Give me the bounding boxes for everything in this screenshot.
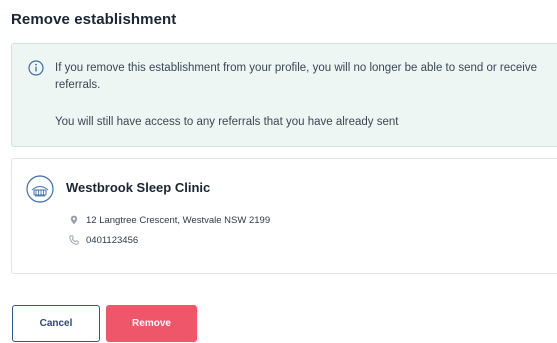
establishment-name: Westbrook Sleep Clinic — [66, 180, 211, 195]
address-text: 12 Langtree Crescent, Westvale NSW 2199 — [86, 214, 271, 226]
establishment-phone: 0401123456 — [69, 233, 138, 247]
dialog-title: Remove establishment — [11, 11, 177, 28]
location-pin-icon — [70, 215, 78, 225]
sleep-clinic-logo-icon — [26, 175, 54, 203]
cancel-button[interactable]: Cancel — [12, 305, 100, 342]
phone-icon — [69, 235, 79, 245]
remove-button[interactable]: Remove — [106, 305, 197, 342]
notice-text-primary: If you remove this establishment from yo… — [55, 62, 537, 91]
establishment-card: Westbrook Sleep Clinic 12 Langtree Cresc… — [11, 158, 557, 274]
establishment-address: 12 Langtree Crescent, Westvale NSW 2199 — [69, 213, 270, 227]
info-circle-icon — [28, 60, 44, 76]
phone-text: 0401123456 — [86, 234, 139, 246]
info-notice: If you remove this establishment from yo… — [11, 43, 557, 147]
notice-text-secondary: You will still have access to any referr… — [55, 116, 399, 128]
